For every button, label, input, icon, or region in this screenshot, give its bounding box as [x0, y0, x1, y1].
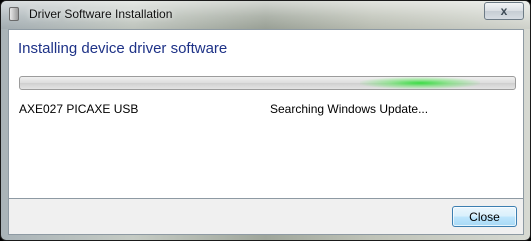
page-heading: Installing device driver software: [18, 40, 228, 57]
device-status: Searching Windows Update...: [270, 102, 429, 116]
content-panel: Installing device driver software AXE027…: [8, 29, 524, 199]
progress-indicator: [360, 77, 480, 89]
device-name: AXE027 PICAXE USB: [19, 102, 139, 116]
window-title: Driver Software Installation: [29, 7, 173, 21]
close-glyph: x: [500, 4, 508, 18]
driver-install-window: Driver Software Installation x Installin…: [0, 0, 531, 241]
title-bar[interactable]: Driver Software Installation x: [1, 1, 530, 29]
footer-bar: Close: [8, 199, 524, 235]
progress-bar: [19, 76, 516, 90]
close-icon[interactable]: x: [484, 2, 524, 20]
close-button[interactable]: Close: [452, 206, 517, 227]
driver-icon: [9, 7, 19, 21]
